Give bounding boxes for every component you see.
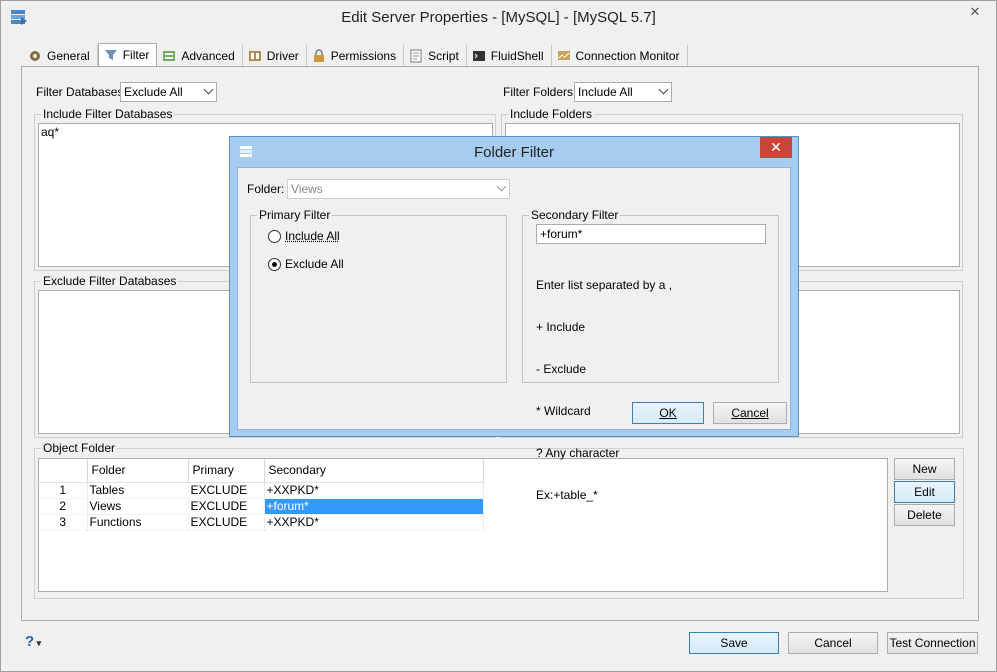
secondary-filter-title: Secondary Filter xyxy=(529,208,621,222)
dialog-ok-button[interactable]: OK xyxy=(632,402,704,424)
table-row[interactable]: 3 Functions EXCLUDE +XXPKD* xyxy=(39,514,484,531)
window-close-button[interactable]: ✕ xyxy=(958,3,992,21)
close-icon: ✕ xyxy=(770,139,782,155)
exclude-all-label[interactable]: Exclude All xyxy=(285,257,344,271)
secondary-filter-value: +forum* xyxy=(540,227,583,241)
filter-folders-select[interactable]: Include All xyxy=(574,82,672,102)
column-header-primary[interactable]: Primary xyxy=(188,459,265,483)
dialog-close-button[interactable]: ✕ xyxy=(760,137,792,158)
secondary-filter-help: Enter list separated by a , + Include - … xyxy=(536,250,672,530)
table-row[interactable]: 2 Views EXCLUDE +forum* xyxy=(39,498,484,515)
primary-filter-title: Primary Filter xyxy=(257,208,333,222)
row-number-header xyxy=(39,459,88,483)
filter-databases-value: Exclude All xyxy=(124,85,183,99)
exclude-filter-databases-title: Exclude Filter Databases xyxy=(41,274,179,288)
dialog-title: Folder Filter xyxy=(473,144,555,161)
chevron-down-icon: ▾ xyxy=(34,638,42,648)
tab-label: Filter xyxy=(122,48,150,62)
tab-label: Connection Monitor xyxy=(575,48,680,63)
save-button[interactable]: Save xyxy=(689,632,779,654)
secondary-filter-input[interactable]: +forum* xyxy=(536,224,766,244)
shell-icon xyxy=(472,50,485,61)
edit-server-properties-window: Edit Server Properties - [MySQL] - [MySQ… xyxy=(0,0,997,672)
monitor-icon xyxy=(557,50,570,60)
driver-icon xyxy=(248,50,261,61)
filter-folders-value: Include All xyxy=(578,85,633,99)
tab-permissions[interactable]: Permissions xyxy=(307,45,405,66)
object-folder-grid[interactable]: Folder Primary Secondary 1 Tables EXCLUD… xyxy=(38,458,888,592)
object-folder-title: Object Folder xyxy=(41,441,118,455)
tab-label: FluidShell xyxy=(490,48,544,63)
column-header-folder[interactable]: Folder xyxy=(87,459,189,483)
row-number: 1 xyxy=(39,482,88,499)
title-bar: Edit Server Properties - [MySQL] - [MySQ… xyxy=(1,1,996,33)
new-button[interactable]: New xyxy=(894,458,955,480)
chevron-down-icon xyxy=(203,84,214,95)
table-row[interactable]: 1 Tables EXCLUDE +XXPKD* xyxy=(39,482,484,499)
tab-label: Driver xyxy=(266,48,299,63)
help-line: ? Any character xyxy=(536,446,620,460)
help-line: Enter list separated by a , xyxy=(536,278,673,292)
tab-label: Script xyxy=(428,48,459,63)
include-all-radio[interactable] xyxy=(268,230,281,243)
tab-label: Permissions xyxy=(330,48,397,63)
folder-select[interactable]: Views xyxy=(287,179,510,199)
cell-secondary-selected[interactable]: +forum* xyxy=(264,498,484,515)
cell-primary[interactable]: EXCLUDE xyxy=(188,514,265,531)
filter-databases-label: Filter Databases xyxy=(36,85,124,99)
window-title: Edit Server Properties - [MySQL] - [MySQ… xyxy=(341,9,656,26)
cell-secondary[interactable]: +XXPKD* xyxy=(264,514,484,531)
tab-filter[interactable]: Filter xyxy=(97,43,158,66)
help-line: Ex:+table_* xyxy=(536,488,598,502)
tab-label: Advanced xyxy=(181,48,235,63)
object-folder-table: Folder Primary Secondary 1 Tables EXCLUD… xyxy=(39,459,484,531)
column-header-secondary[interactable]: Secondary xyxy=(264,459,484,483)
tab-advanced[interactable]: Advanced xyxy=(157,45,243,66)
include-folders-title: Include Folders xyxy=(508,107,595,121)
tab-script[interactable]: Script xyxy=(404,45,467,66)
row-number: 3 xyxy=(39,514,88,531)
filter-databases-select[interactable]: Exclude All xyxy=(120,82,217,102)
tab-general[interactable]: General xyxy=(23,45,98,66)
advanced-icon xyxy=(163,50,176,61)
cell-folder[interactable]: Functions xyxy=(87,514,189,531)
gear-icon xyxy=(30,50,40,61)
tab-label: General xyxy=(47,48,90,63)
permissions-icon xyxy=(313,48,324,62)
delete-button[interactable]: Delete xyxy=(894,504,955,526)
row-number: 2 xyxy=(39,498,88,515)
tab-connection-monitor[interactable]: Connection Monitor xyxy=(552,45,688,66)
close-icon: ✕ xyxy=(969,4,981,19)
cell-folder[interactable]: Tables xyxy=(87,482,189,499)
table-header-row: Folder Primary Secondary xyxy=(39,459,484,483)
dialog-body: Folder: Views Primary Filter Include All… xyxy=(237,167,791,502)
help-button[interactable]: ? ▾ xyxy=(25,633,41,650)
cell-secondary[interactable]: +XXPKD* xyxy=(264,482,484,499)
script-icon xyxy=(410,49,422,62)
cell-primary[interactable]: EXCLUDE xyxy=(188,482,265,499)
tab-strip: General Filter Advanced Driver Permissio… xyxy=(23,43,688,66)
chevron-down-icon xyxy=(496,181,507,192)
dialog-cancel-button[interactable]: Cancel xyxy=(713,402,787,424)
folder-label: Folder: xyxy=(247,182,285,196)
include-all-label[interactable]: Include All xyxy=(285,229,340,243)
cancel-button[interactable]: Cancel xyxy=(788,632,878,654)
help-line: + Include xyxy=(536,320,586,334)
help-icon: ? xyxy=(25,633,35,650)
tab-driver[interactable]: Driver xyxy=(243,45,307,66)
folder-filter-dialog: Folder Filter ✕ Folder: Views Primary Fi… xyxy=(229,136,799,502)
test-connection-button[interactable]: Test Connection xyxy=(887,632,978,654)
tab-fluidshell[interactable]: FluidShell xyxy=(467,45,552,66)
exclude-all-radio[interactable] xyxy=(268,258,281,271)
chevron-down-icon xyxy=(658,84,669,95)
help-line: - Exclude xyxy=(536,362,587,376)
include-filter-databases-title: Include Filter Databases xyxy=(41,107,175,121)
include-filter-databases-text: aq* xyxy=(41,125,60,139)
filter-icon xyxy=(104,50,117,60)
folder-value: Views xyxy=(291,182,323,196)
filter-folders-label: Filter Folders: xyxy=(503,85,577,99)
cell-primary[interactable]: EXCLUDE xyxy=(188,498,265,515)
edit-button[interactable]: Edit xyxy=(894,481,955,503)
cell-folder[interactable]: Views xyxy=(87,498,189,515)
